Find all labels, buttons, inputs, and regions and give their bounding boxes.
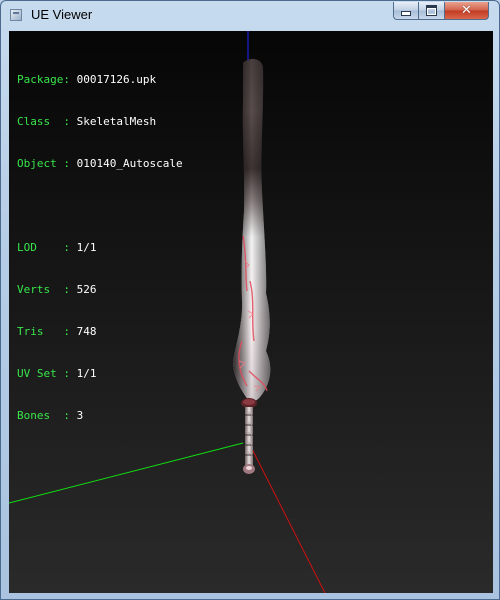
- app-window-icon[interactable]: [10, 9, 22, 21]
- info-label-class: Class :: [17, 115, 77, 128]
- info-row-package: Package: 00017126.upk: [17, 73, 183, 87]
- minimize-button[interactable]: [393, 2, 419, 20]
- y-axis-line: [9, 442, 244, 504]
- info-label-tris: Tris :: [17, 325, 77, 338]
- info-value-tris: 748: [76, 325, 97, 338]
- info-value-verts: 526: [76, 283, 97, 296]
- info-row-verts: Verts : 526: [17, 283, 183, 297]
- sword-mesh: [233, 58, 271, 474]
- info-label-lod: LOD :: [17, 241, 77, 254]
- info-value-uvset: 1/1: [76, 367, 97, 380]
- maximize-icon: [426, 5, 437, 16]
- info-row-uvset: UV Set : 1/1: [17, 367, 183, 381]
- info-value-lod: 1/1: [76, 241, 97, 254]
- info-label-package: Package:: [17, 73, 77, 86]
- window-title: UE Viewer: [31, 7, 93, 22]
- x-axis-line: [248, 442, 326, 593]
- minimize-icon: [401, 11, 411, 16]
- 3d-viewport[interactable]: Package: 00017126.upk Class : SkeletalMe…: [9, 31, 493, 593]
- close-button[interactable]: ✕: [445, 2, 489, 20]
- info-label-uvset: UV Set :: [17, 367, 77, 380]
- mesh-info-panel: Package: 00017126.upk Class : SkeletalMe…: [17, 45, 183, 451]
- info-value-package: 00017126.upk: [76, 73, 157, 86]
- info-row-object: Object : 010140_Autoscale: [17, 157, 183, 171]
- info-label-bones: Bones :: [17, 409, 77, 422]
- info-label-object: Object :: [17, 157, 77, 170]
- info-value-bones: 3: [76, 409, 84, 422]
- info-row-lod: LOD : 1/1: [17, 241, 183, 255]
- maximize-button[interactable]: [419, 2, 445, 20]
- info-row-tris: Tris : 748: [17, 325, 183, 339]
- app-window: UE Viewer ✕ Package: 00017126.upk Class …: [0, 0, 500, 600]
- info-row-bones: Bones : 3: [17, 409, 183, 423]
- info-row-class: Class : SkeletalMesh: [17, 115, 183, 129]
- info-label-verts: Verts :: [17, 283, 77, 296]
- close-icon: ✕: [461, 3, 472, 18]
- info-value-class: SkeletalMesh: [76, 115, 157, 128]
- title-bar[interactable]: UE Viewer ✕: [1, 1, 499, 29]
- info-value-object: 010140_Autoscale: [76, 157, 183, 170]
